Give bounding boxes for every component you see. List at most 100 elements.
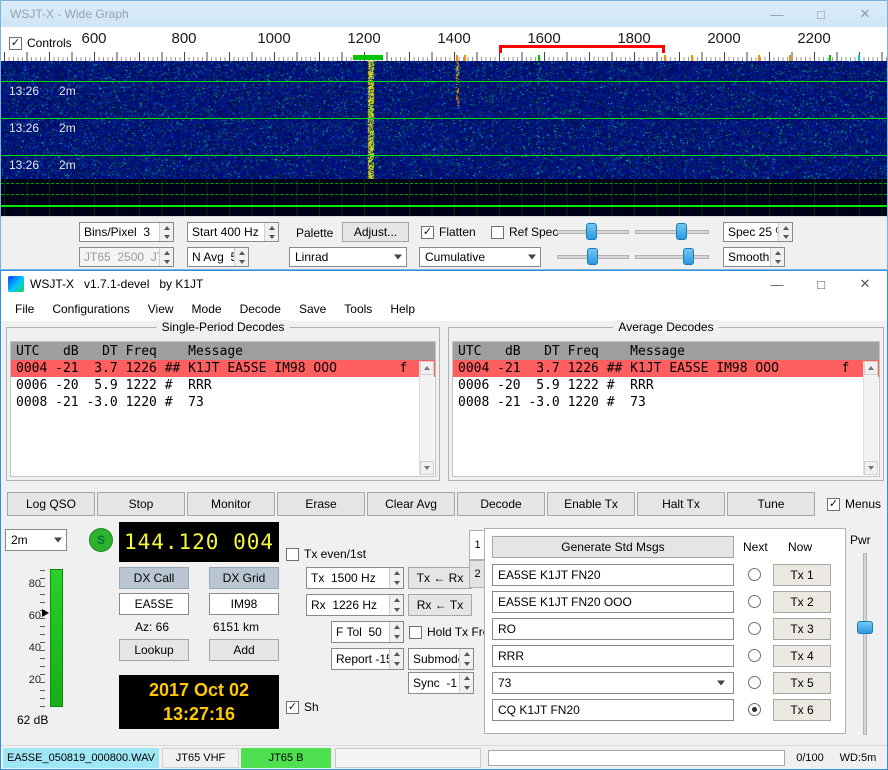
flatten-checkbox[interactable]: Flatten	[421, 225, 476, 239]
spin-down-icon[interactable]	[779, 232, 792, 241]
stop-button[interactable]: Stop	[97, 492, 185, 516]
tx5-now-button[interactable]: Tx 5	[773, 672, 831, 694]
tx3-next-radio[interactable]	[748, 622, 761, 635]
decode-row[interactable]: 0004 -21 3.7 1226 ## K1JT EA5SE IM98 OOO…	[11, 360, 435, 377]
decode-row[interactable]: 0004 -21 3.7 1226 ## K1JT EA5SE IM98 OOO…	[453, 360, 879, 377]
menu-save[interactable]: Save	[290, 299, 335, 319]
erase-button[interactable]: Erase	[277, 492, 365, 516]
bins-pixel-spinner[interactable]: Bins/Pixel 3	[79, 222, 174, 242]
tx2-message-field[interactable]: EA5SE K1JT FN20 OOO	[492, 591, 734, 613]
band-select-combo[interactable]: 2m	[5, 529, 67, 551]
spin-up-icon[interactable]	[390, 595, 403, 605]
spin-down-icon[interactable]	[390, 578, 403, 588]
n-avg-spinner[interactable]: N Avg 5	[187, 247, 249, 267]
spin-down-icon[interactable]	[390, 632, 403, 642]
start-freq-spinner[interactable]: Start 400 Hz	[187, 222, 279, 242]
sync-spinner[interactable]: Sync -1	[408, 672, 474, 694]
spin-up-icon[interactable]	[779, 223, 792, 232]
display-mode-combo[interactable]: Cumulative	[419, 247, 541, 267]
waterfall-canvas[interactable]	[1, 61, 887, 179]
spinner-arrows[interactable]	[459, 673, 473, 693]
scrollbar[interactable]	[863, 361, 878, 475]
sh-checkbox[interactable]: Sh	[286, 700, 319, 714]
close-icon[interactable]: ✕	[843, 271, 887, 297]
pwr-slider[interactable]	[857, 553, 873, 735]
ref-spec-checkbox[interactable]: Ref Spec	[491, 225, 558, 239]
menu-configurations[interactable]: Configurations	[43, 299, 138, 319]
log-qso-button[interactable]: Log QSO	[7, 492, 95, 516]
frequency-scale[interactable]: Controls 600 800 1000 1200 1400 1600 180…	[1, 27, 887, 61]
tx3-now-button[interactable]: Tx 3	[773, 618, 831, 640]
rx-freq-spinner[interactable]: Rx 1226 Hz	[306, 594, 404, 616]
main-titlebar[interactable]: WSJT-X v1.7.1-devel by K1JT — □ ✕	[1, 271, 887, 297]
tx4-next-radio[interactable]	[748, 649, 761, 662]
tx6-next-radio[interactable]	[748, 703, 761, 716]
add-button[interactable]: Add	[209, 639, 279, 661]
scroll-up-icon[interactable]	[420, 361, 434, 375]
waterfall[interactable]: 13:262m 13:262m 13:262m	[1, 61, 887, 179]
spin-up-icon[interactable]	[265, 223, 278, 232]
tx3-message-field[interactable]: RO	[492, 618, 734, 640]
tx-even-checkbox[interactable]: Tx even/1st	[286, 547, 366, 561]
spinner-arrows[interactable]	[459, 649, 473, 669]
tx2-next-radio[interactable]	[748, 595, 761, 608]
tab-1[interactable]: 1	[469, 530, 485, 560]
tx6-message-field[interactable]: CQ K1JT FN20	[492, 699, 734, 721]
spinner-arrows[interactable]	[389, 649, 403, 669]
spinner-arrows[interactable]	[159, 223, 173, 241]
rx-from-tx-button[interactable]: Rx ← Tx	[408, 594, 472, 616]
menu-mode[interactable]: Mode	[183, 299, 231, 319]
tx4-message-field[interactable]: RRR	[492, 645, 734, 667]
slider-handle[interactable]	[683, 248, 694, 265]
spin-down-icon[interactable]	[460, 683, 473, 693]
slider-handle[interactable]	[676, 223, 687, 240]
decode-row[interactable]: 0008 -21 -3.0 1220 # 73	[11, 394, 435, 411]
spin-up-icon[interactable]	[390, 568, 403, 578]
spinner-arrows[interactable]	[770, 248, 784, 266]
tx2-now-button[interactable]: Tx 2	[773, 591, 831, 613]
dx-grid-field[interactable]: IM98	[209, 593, 279, 615]
spin-down-icon[interactable]	[235, 257, 248, 266]
spin-up-icon[interactable]	[390, 622, 403, 632]
spin-up-icon[interactable]	[460, 673, 473, 683]
spin-up-icon[interactable]	[235, 248, 248, 257]
menu-decode[interactable]: Decode	[231, 299, 290, 319]
menus-checkbox[interactable]: Menus	[827, 497, 881, 511]
menu-tools[interactable]: Tools	[335, 299, 381, 319]
spin-down-icon[interactable]	[390, 605, 403, 615]
spin-down-icon[interactable]	[460, 659, 473, 669]
dx-call-button[interactable]: DX Call	[119, 567, 189, 589]
tune-button[interactable]: Tune	[727, 492, 815, 516]
tx6-now-button[interactable]: Tx 6	[773, 699, 831, 721]
tx-from-rx-button[interactable]: Tx ← Rx	[408, 567, 472, 589]
menu-view[interactable]: View	[139, 299, 183, 319]
monitor-button[interactable]: Monitor	[187, 492, 275, 516]
spin-up-icon[interactable]	[390, 649, 403, 659]
slider-handle[interactable]	[857, 621, 873, 634]
tx1-now-button[interactable]: Tx 1	[773, 564, 831, 586]
close-icon[interactable]: ✕	[843, 1, 887, 27]
spinner-arrows[interactable]	[389, 622, 403, 642]
spin-down-icon[interactable]	[265, 232, 278, 241]
submode-spinner[interactable]: Submode B	[408, 648, 474, 670]
decode-row[interactable]: 0006 -20 5.9 1222 # RRR	[11, 377, 435, 394]
enable-tx-button[interactable]: Enable Tx	[547, 492, 635, 516]
wide-graph-titlebar[interactable]: WSJT-X - Wide Graph — □ ✕	[1, 1, 887, 27]
zero-slider[interactable]	[635, 222, 709, 242]
palette-combo[interactable]: Linrad	[289, 247, 407, 267]
smooth-spinner[interactable]: Smooth 4	[723, 247, 785, 267]
tx1-message-field[interactable]: EA5SE K1JT FN20	[492, 564, 734, 586]
minimize-icon[interactable]: —	[755, 271, 799, 297]
tx5-message-combo[interactable]: 73	[492, 672, 734, 694]
spin-down-icon[interactable]	[771, 257, 784, 266]
slider-handle[interactable]	[586, 223, 597, 240]
gain-slider[interactable]	[557, 222, 629, 242]
dx-grid-button[interactable]: DX Grid	[209, 567, 279, 589]
scroll-down-icon[interactable]	[864, 461, 878, 475]
spin-up-icon[interactable]	[160, 223, 173, 232]
maximize-icon[interactable]: □	[799, 271, 843, 297]
scroll-down-icon[interactable]	[420, 461, 434, 475]
dx-call-field[interactable]: EA5SE	[119, 593, 189, 615]
generate-std-msgs-button[interactable]: Generate Std Msgs	[492, 536, 734, 558]
adjust-button[interactable]: Adjust...	[342, 222, 409, 242]
